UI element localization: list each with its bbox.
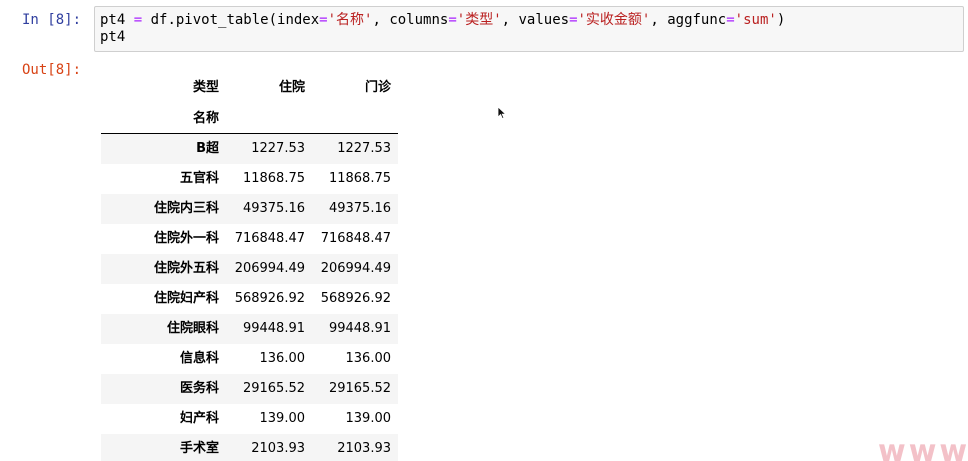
row-index-label: 信息科 bbox=[179, 351, 219, 366]
mouse-pointer-icon bbox=[497, 106, 507, 120]
cell-inpatient-value: 568926.92 bbox=[234, 291, 305, 306]
code-eq: = bbox=[569, 12, 578, 28]
code-sep: , columns bbox=[372, 12, 449, 28]
code-cell-editor[interactable]: pt4 = df.pivot_table(index='名称', columns… bbox=[94, 6, 964, 52]
code-call-end: ) bbox=[776, 12, 786, 28]
cell-outpatient-value: 49375.16 bbox=[328, 201, 391, 216]
code-sep: , values bbox=[501, 12, 570, 28]
table-row: 手术室 2103.93 2103.93 bbox=[101, 434, 398, 461]
code-assign: = bbox=[125, 12, 151, 28]
code-index-value: '名称' bbox=[327, 12, 373, 28]
row-index-label: 五官科 bbox=[179, 171, 219, 186]
cell-inpatient-value: 11868.75 bbox=[242, 171, 305, 186]
cell-outpatient-value: 2103.93 bbox=[337, 441, 391, 456]
cell-outpatient-value: 206994.49 bbox=[320, 261, 391, 276]
cell-inpatient-value: 2103.93 bbox=[251, 441, 305, 456]
table-row: 住院眼科 99448.91 99448.91 bbox=[101, 314, 398, 344]
code-columns-value: '类型' bbox=[456, 12, 502, 28]
code-var: pt4 bbox=[100, 12, 126, 28]
row-index-label: 住院眼科 bbox=[166, 321, 219, 336]
cell-inpatient-value: 716848.47 bbox=[234, 231, 305, 246]
cell-outpatient-value: 99448.91 bbox=[328, 321, 391, 336]
cell-outpatient-value: 136.00 bbox=[345, 351, 392, 366]
cell-outpatient-value: 139.00 bbox=[345, 411, 392, 426]
row-index-label: 住院外五科 bbox=[153, 261, 219, 276]
cell-inpatient-value: 139.00 bbox=[259, 411, 306, 426]
code-eq: = bbox=[319, 12, 328, 28]
code-aggfunc-value: 'sum' bbox=[734, 12, 777, 28]
code-eq: = bbox=[726, 12, 735, 28]
index-name-header: 名称 bbox=[192, 111, 219, 126]
cell-inpatient-value: 206994.49 bbox=[234, 261, 305, 276]
table-row: 住院外一科 716848.47 716848.47 bbox=[101, 224, 398, 254]
table-body: B超 1227.53 1227.53 五官科 11868.75 11868.75 住院内三科… bbox=[101, 134, 398, 461]
table-row: B超 1227.53 1227.53 bbox=[101, 134, 398, 164]
code-values-value: '实收金额' bbox=[577, 12, 651, 28]
table-header-index: 名称 bbox=[101, 104, 398, 134]
cell-inpatient-value: 49375.16 bbox=[242, 201, 305, 216]
table-row: 五官科 11868.75 11868.75 bbox=[101, 164, 398, 194]
cell-outpatient-value: 11868.75 bbox=[328, 171, 391, 186]
dataframe-table: 类型 住院 门诊 名称 B超 1227.53 1227.53 五官科 11868.75 1… bbox=[101, 73, 398, 461]
code-call-start: df.pivot_table(index bbox=[150, 12, 320, 28]
cell-outpatient-value: 716848.47 bbox=[320, 231, 391, 246]
cell-outpatient-value: 29165.52 bbox=[328, 381, 391, 396]
row-index-label: 住院内三科 bbox=[153, 201, 219, 216]
table-row: 医务科 29165.52 29165.52 bbox=[101, 374, 398, 404]
table-row: 住院外五科 206994.49 206994.49 bbox=[101, 254, 398, 284]
row-index-label: 住院外一科 bbox=[153, 231, 219, 246]
cell-inpatient-value: 29165.52 bbox=[242, 381, 305, 396]
code-sep: , aggfunc bbox=[650, 12, 727, 28]
table-row: 住院内三科 49375.16 49375.16 bbox=[101, 194, 398, 224]
row-index-label: 手术室 bbox=[179, 441, 219, 456]
code-eq: = bbox=[448, 12, 457, 28]
input-prompt: In [8]: bbox=[22, 12, 82, 28]
code-line-2: pt4 bbox=[100, 29, 126, 45]
cell-outpatient-value: 568926.92 bbox=[320, 291, 391, 306]
row-index-label: B超 bbox=[196, 141, 219, 156]
cell-inpatient-value: 136.00 bbox=[259, 351, 306, 366]
cell-inpatient-value: 99448.91 bbox=[242, 321, 305, 336]
columns-name-header: 类型 bbox=[192, 80, 219, 95]
row-index-label: 妇产科 bbox=[179, 411, 219, 426]
column-header-inpatient: 住院 bbox=[278, 80, 305, 95]
column-header-outpatient: 门诊 bbox=[364, 80, 391, 95]
watermark-text: www.i bbox=[878, 434, 968, 461]
cell-inpatient-value: 1227.53 bbox=[251, 141, 305, 156]
table-row: 妇产科 139.00 139.00 bbox=[101, 404, 398, 434]
table-header-columns: 类型 住院 门诊 bbox=[101, 73, 398, 104]
row-index-label: 住院妇产科 bbox=[153, 291, 219, 306]
table-row: 信息科 136.00 136.00 bbox=[101, 344, 398, 374]
row-index-label: 医务科 bbox=[179, 381, 219, 396]
table-row: 住院妇产科 568926.92 568926.92 bbox=[101, 284, 398, 314]
code-line-1: pt4 = df.pivot_table(index='名称', columns… bbox=[100, 12, 963, 29]
output-prompt: Out[8]: bbox=[22, 62, 82, 78]
cell-outpatient-value: 1227.53 bbox=[337, 141, 391, 156]
